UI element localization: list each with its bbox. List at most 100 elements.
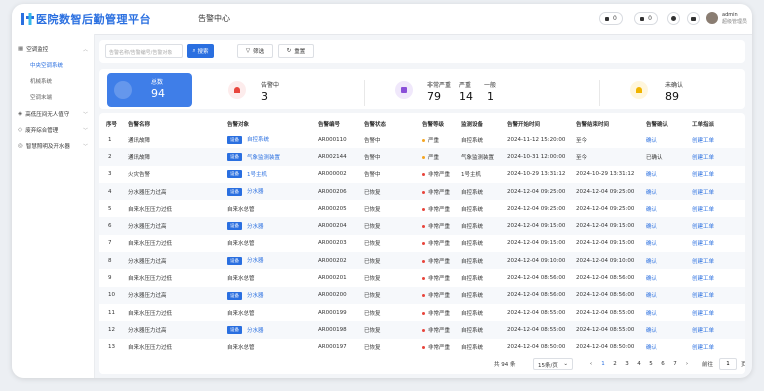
object-link[interactable]: 分水器 (247, 189, 264, 195)
create-work-order-link[interactable]: 创建工单 (692, 241, 714, 247)
stat-unconfirmed-label: 未确认 (665, 82, 684, 89)
page-2-button[interactable]: 2 (610, 359, 620, 369)
search-input[interactable]: 告警名称/告警编号/告警对象 (105, 44, 183, 58)
cell-code: AR000197 (318, 344, 347, 351)
object-link[interactable]: 1号主机 (247, 172, 267, 178)
prev-page-button[interactable]: ‹ (586, 359, 596, 369)
confirm-link[interactable]: 确认 (646, 311, 657, 317)
cell-code: AR000204 (318, 217, 364, 235)
sidebar-group-lighting[interactable]: ◎ 智慧照明及开水器 (18, 142, 70, 150)
cell-start-time: 2024-12-04 08:50:00 (507, 344, 566, 351)
create-work-order-link[interactable]: 创建工单 (692, 345, 714, 351)
device-tag: 设备 (227, 291, 242, 300)
create-work-order-link[interactable]: 创建工单 (692, 293, 714, 299)
message-count-button[interactable]: 0 (634, 12, 658, 25)
page-7-button[interactable]: 7 (670, 359, 680, 369)
avatar[interactable] (706, 12, 718, 24)
cell-confirm: 确认 (646, 269, 692, 286)
create-work-order-link[interactable]: 创建工单 (692, 138, 714, 144)
reset-button[interactable]: ↻ 重置 (278, 44, 314, 58)
col-header-end-time: 告警结束时间 (576, 121, 610, 128)
alarm-table: 序号 告警名称 告警对象 告警编号 告警状态 告警等级 监测设备 告警开始时间 … (99, 113, 745, 374)
object-link[interactable]: 分水器 (247, 328, 264, 334)
video-button[interactable] (687, 12, 700, 25)
cell-code: AR000200 (318, 286, 364, 304)
confirm-link[interactable]: 确认 (646, 138, 657, 144)
object-link: 自来水总管 (227, 241, 255, 248)
confirm-link[interactable]: 确认 (646, 345, 657, 351)
lock-count-button[interactable]: 0 (599, 12, 623, 25)
cell-index: 3 (108, 171, 112, 178)
page-6-button[interactable]: 6 (658, 359, 668, 369)
cell-device: 自控系统 (461, 276, 484, 283)
object-link[interactable]: 分水器 (247, 293, 264, 299)
cell-code: AR000202 (318, 252, 364, 270)
cell-name: 自来水压压力过低 (128, 310, 173, 317)
user-info[interactable]: admin 超级管理员 (722, 12, 747, 26)
stat-normal-value: 1 (487, 90, 494, 103)
cell-status: 已恢复 (364, 286, 422, 304)
create-work-order-link[interactable]: 创建工单 (692, 259, 714, 265)
logo-icon (21, 13, 34, 25)
sidebar-group-waste[interactable]: ◇ 废弃综合管理 (18, 126, 58, 134)
object-link[interactable]: 气象监测装置 (247, 155, 280, 161)
settings-button[interactable] (667, 12, 680, 25)
confirm-link[interactable]: 确认 (646, 224, 657, 230)
confirm-link[interactable]: 确认 (646, 172, 657, 178)
confirm-link[interactable]: 确认 (646, 207, 657, 213)
object-link[interactable]: 分水器 (247, 224, 264, 230)
stat-total[interactable]: 总数 94 (107, 73, 192, 107)
divider (599, 80, 600, 106)
confirm-link[interactable]: 确认 (646, 293, 657, 299)
page-5-button[interactable]: 5 (646, 359, 656, 369)
page-size-select[interactable]: 15条/页 ⌄ (533, 358, 573, 370)
goto-page-input[interactable]: 1 (719, 358, 737, 370)
cell-confirm: 确认 (646, 286, 692, 304)
cell-object: 自来水总管 (227, 235, 318, 252)
filter-button[interactable]: ▽ 筛选 (237, 44, 273, 58)
cell-start-time: 2024-12-04 08:56:00 (507, 286, 576, 304)
table-row: 7 自来水压压力过低 自来水总管 AR000203 已恢复 非常严重 自控系统 2024-12… (99, 235, 745, 252)
cell-work-order: 创建工单 (692, 148, 745, 166)
cell-start-time: 2024-12-04 08:55:00 (507, 309, 566, 316)
cell-end-time: 2024-12-04 08:50:00 (576, 344, 635, 351)
confirm-link[interactable]: 确认 (646, 190, 657, 196)
cell-end-time: 2024-12-04 08:56:00 (576, 286, 646, 304)
cell-index: 10 (99, 286, 121, 304)
object-link[interactable]: 分水器 (247, 258, 264, 264)
cell-status: 已恢复 (364, 182, 422, 201)
cell-confirm: 确认 (646, 182, 692, 201)
confirm-link[interactable]: 确认 (646, 328, 657, 334)
sidebar-item-ac-terminal[interactable]: 空调末端 (30, 93, 52, 101)
cell-level: 非常严重 (422, 200, 461, 217)
page-4-button[interactable]: 4 (634, 359, 644, 369)
confirm-link[interactable]: 确认 (646, 276, 657, 282)
cell-work-order: 创建工单 (692, 200, 745, 217)
create-work-order-link[interactable]: 创建工单 (692, 276, 714, 282)
sidebar-group-hvac[interactable]: ▦ 空调监控 (18, 45, 48, 53)
create-work-order-link[interactable]: 创建工单 (692, 311, 714, 317)
next-page-button[interactable]: › (682, 359, 692, 369)
create-work-order-link[interactable]: 创建工单 (692, 155, 714, 161)
cell-object: 设备 分水器 (227, 182, 318, 201)
object-link[interactable]: 自控系统 (247, 137, 269, 143)
page-1-button[interactable]: 1 (598, 359, 608, 369)
cell-start-time: 2024-11-12 15:20:00 (507, 136, 566, 143)
cell-status: 已恢复 (364, 345, 381, 352)
create-work-order-link[interactable]: 创建工单 (692, 207, 714, 213)
page-3-button[interactable]: 3 (622, 359, 632, 369)
confirm-link[interactable]: 确认 (646, 259, 657, 265)
create-work-order-link[interactable]: 创建工单 (692, 172, 714, 178)
stat-unconfirmed-value: 89 (665, 90, 679, 103)
level-dot (422, 242, 425, 246)
sidebar-group-substation[interactable]: ◈ 高低压间无人值守 (18, 110, 69, 118)
sidebar-item-mechanical[interactable]: 机械系统 (30, 77, 52, 85)
brand-title: 医院数智后勤管理平台 (36, 13, 151, 26)
cell-device: 自控系统 (461, 206, 484, 213)
create-work-order-link[interactable]: 创建工单 (692, 224, 714, 230)
confirm-link[interactable]: 确认 (646, 241, 657, 247)
sidebar-item-central-ac[interactable]: 中央空调系统 (30, 61, 63, 69)
create-work-order-link[interactable]: 创建工单 (692, 190, 714, 196)
search-button[interactable]: ⌕ 搜索 (187, 44, 214, 58)
create-work-order-link[interactable]: 创建工单 (692, 328, 714, 334)
